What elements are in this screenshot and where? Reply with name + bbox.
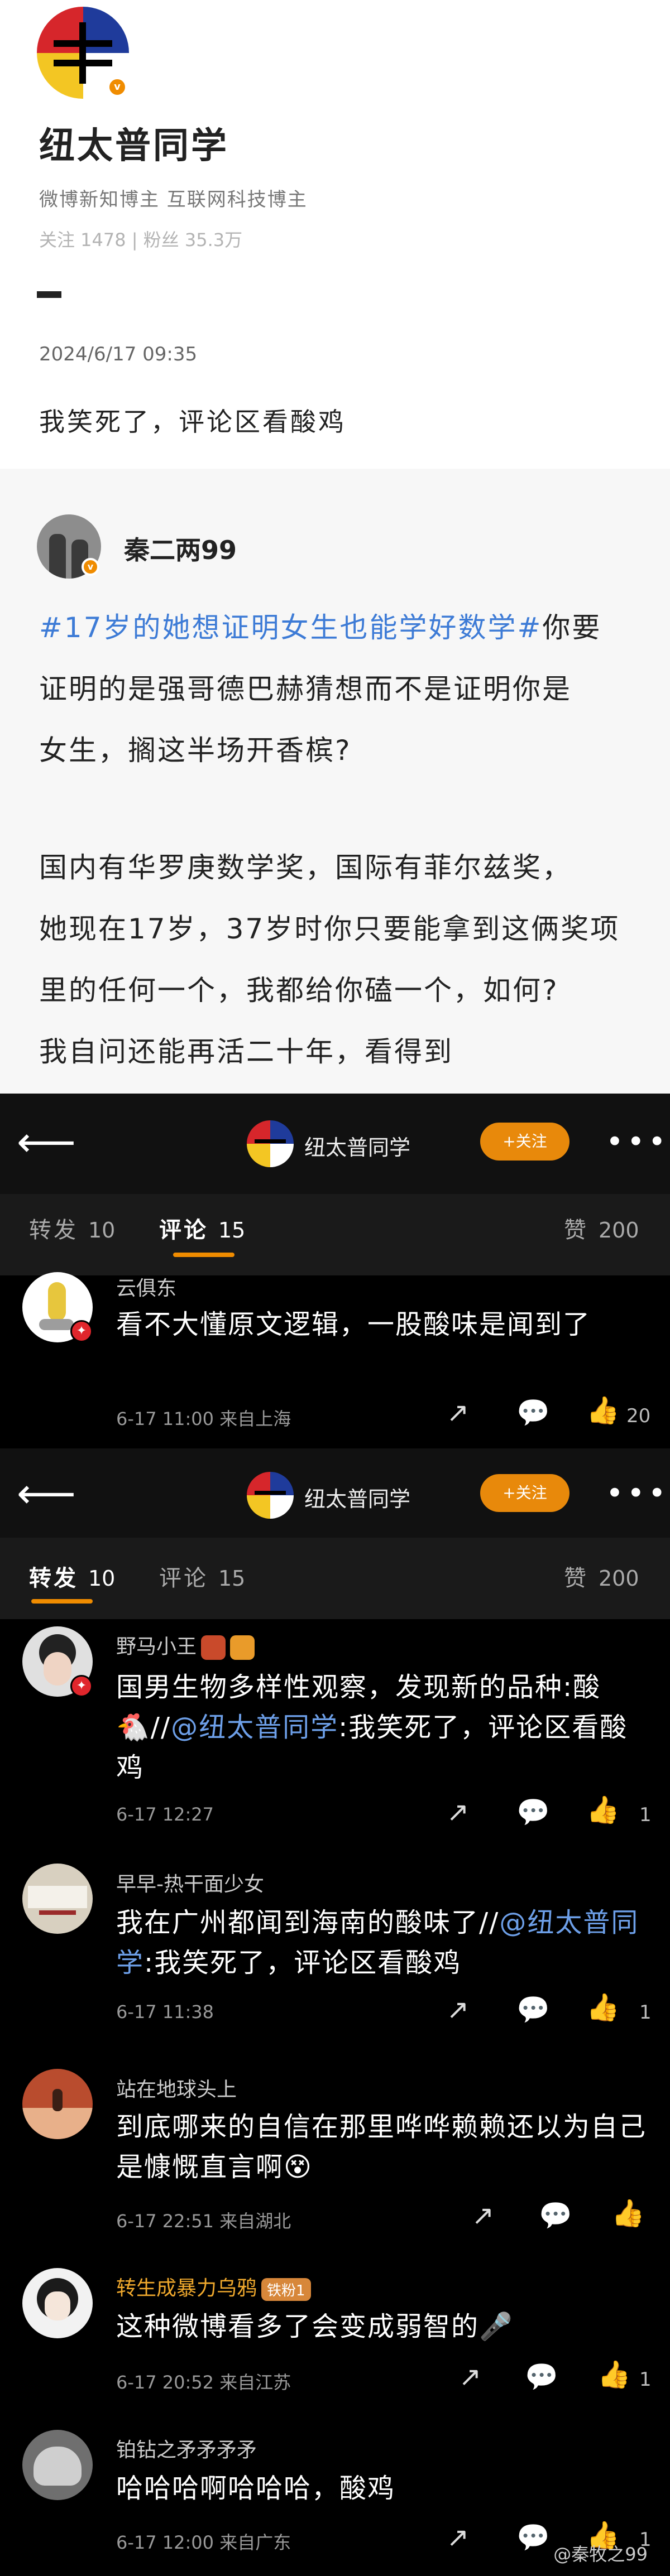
repost-meta: 6-17 20:52 来自江苏 — [116, 2372, 291, 2393]
like-count: 1 — [639, 1804, 652, 1826]
member-badge-icon: ✦ — [70, 1675, 93, 1697]
repost-meta: 6-17 12:27 — [116, 1804, 214, 1825]
comment-item — [0, 1275, 670, 1448]
post-timestamp: 2024/6/17 09:35 — [39, 343, 198, 365]
repost-meta: 6-17 12:00 来自广东 — [116, 2532, 291, 2553]
active-tab-indicator — [31, 1599, 93, 1604]
like-count: 1 — [639, 2001, 652, 2024]
verified-badge-icon: v — [107, 77, 127, 97]
reposter-avatar[interactable] — [22, 2430, 93, 2500]
chicken-emoji-icon: 🐔 — [116, 1712, 151, 1743]
reposter-name[interactable]: 站在地球头上 — [116, 2073, 237, 2102]
header-name[interactable]: 纽太普同学 — [304, 1482, 410, 1513]
like-count: 1 — [639, 2368, 652, 2391]
header-avatar[interactable] — [247, 1472, 294, 1519]
badge-icon — [230, 1635, 255, 1660]
repost-meta: 6-17 22:51 来自湖北 — [116, 2211, 291, 2232]
active-tab-indicator — [173, 1253, 234, 1257]
tab-likes[interactable]: 赞 200 — [564, 1560, 639, 1592]
quoted-line-1: #17岁的她想证明女生也能学好数学#你要 — [39, 612, 602, 644]
share-icon[interactable]: ↗ — [459, 2363, 481, 2390]
quoted-author-name[interactable]: 秦二两99 — [124, 530, 237, 567]
comment-text: 看不大懂原文逻辑，一股酸味是闻到了 — [116, 1309, 591, 1340]
comment-icon[interactable]: 💬 — [516, 1996, 550, 2023]
quoted-hashtag[interactable]: #17岁的她想证明女生也能学好数学# — [39, 612, 542, 644]
post-text: 我笑死了，评论区看酸鸡 — [39, 407, 346, 437]
back-arrow-icon[interactable]: ⟵ — [17, 1473, 76, 1514]
mention-link[interactable]: @纽太普同学 — [171, 1712, 338, 1743]
reposter-avatar[interactable] — [22, 2069, 93, 2139]
commenter-name[interactable]: 云俱东 — [116, 1272, 176, 1301]
watermark: @秦牧之99 — [553, 2544, 648, 2565]
quoted-line-4: 国内有华罗庚数学奖，国际有菲尔兹奖， — [39, 851, 572, 884]
comment-meta: 6-17 11:00 来自上海 — [116, 1408, 291, 1429]
back-arrow-icon[interactable]: ⟵ — [17, 1121, 76, 1163]
divider-mark — [37, 291, 61, 298]
like-icon[interactable]: 👍 — [597, 2361, 631, 2388]
follow-button[interactable]: +关注 — [480, 1474, 570, 1512]
header-avatar[interactable] — [247, 1120, 294, 1167]
comment-icon[interactable]: 💬 — [539, 2202, 572, 2229]
reposter-avatar[interactable] — [22, 2268, 93, 2338]
quoted-line-5: 她现在17岁，37岁时你只要能拿到这俩奖项 — [39, 913, 620, 945]
more-icon[interactable]: ••• — [606, 1479, 669, 1509]
fan-badge: 铁粉1 — [261, 2278, 311, 2301]
repost-text: 我在广州都闻到海南的酸味了//@纽太普同学:我笑死了，评论区看酸鸡 — [116, 1907, 639, 1978]
reposter-name[interactable]: 野马小王 — [116, 1630, 255, 1660]
like-icon[interactable]: 👍 — [586, 1797, 620, 1823]
share-icon[interactable]: ↗ — [447, 2524, 469, 2551]
follow-button[interactable]: +关注 — [480, 1123, 570, 1161]
mic-emoji-icon: 🎤 — [479, 2311, 514, 2342]
comment-icon[interactable]: 💬 — [516, 1399, 550, 1426]
like-icon[interactable]: 👍 — [611, 2200, 645, 2227]
share-icon[interactable]: ↗ — [447, 1996, 469, 2023]
comment-icon[interactable]: 💬 — [516, 1799, 550, 1826]
repost-text: 哈哈哈啊哈哈哈，酸鸡 — [116, 2473, 396, 2504]
repost-text: 国男生物多样性观察，发现新的品种:酸🐔//@纽太普同学:我笑死了，评论区看酸鸡 — [116, 1672, 628, 1783]
quoted-line-3: 女生，搁这半场开香槟? — [39, 734, 352, 767]
tab-likes[interactable]: 赞 200 — [564, 1212, 639, 1244]
quoted-line-2: 证明的是强哥德巴赫猜想而不是证明你是 — [39, 673, 572, 705]
repost-text: 到底哪来的自信在那里哗哗赖赖还以为自己是慷慨直言啊😵 — [116, 2111, 647, 2183]
reposter-avatar[interactable] — [22, 1864, 93, 1934]
profile-tags: 微博新知博主 互联网科技博主 — [39, 189, 308, 211]
dizzy-emoji-icon: 😵 — [284, 2151, 313, 2183]
tab-comments[interactable]: 评论 15 — [159, 1560, 245, 1592]
quoted-line-6: 里的任何一个，我都给你磕一个，如何? — [39, 974, 559, 1007]
comment-icon[interactable]: 💬 — [516, 2524, 550, 2551]
profile-name[interactable]: 纽太普同学 — [39, 117, 229, 168]
tab-reposts[interactable]: 转发 10 — [29, 1560, 115, 1592]
repost-text: 这种微博看多了会变成弱智的🎤 — [116, 2311, 514, 2342]
share-icon[interactable]: ↗ — [472, 2202, 494, 2229]
member-badge-icon: ✦ — [70, 1320, 93, 1342]
badge-icon — [201, 1635, 226, 1660]
header-name[interactable]: 纽太普同学 — [304, 1130, 410, 1161]
profile-stats[interactable]: 关注 1478 | 粉丝 35.3万 — [39, 226, 242, 252]
share-icon[interactable]: ↗ — [447, 1399, 469, 1426]
like-icon[interactable]: 👍 — [586, 1397, 620, 1424]
tab-comments[interactable]: 评论 15 — [159, 1212, 245, 1244]
more-icon[interactable]: ••• — [606, 1127, 669, 1157]
comment-icon[interactable]: 💬 — [525, 2363, 558, 2390]
like-count: 20 — [626, 1405, 651, 1427]
reposter-name[interactable]: 铂钻之矛矛矛矛 — [116, 2434, 257, 2463]
tab-reposts[interactable]: 转发 10 — [29, 1212, 115, 1244]
quoted-verified-icon: v — [82, 558, 99, 576]
like-icon[interactable]: 👍 — [586, 1994, 620, 2021]
reposter-name[interactable]: 早早-热干面少女 — [116, 1868, 264, 1897]
repost-meta: 6-17 11:38 — [116, 2001, 214, 2023]
reposter-name[interactable]: 转生成暴力乌鸦 铁粉1 — [116, 2272, 311, 2301]
share-icon[interactable]: ↗ — [447, 1799, 469, 1826]
quoted-line-7: 我自问还能再活二十年，看得到 — [39, 1036, 453, 1068]
